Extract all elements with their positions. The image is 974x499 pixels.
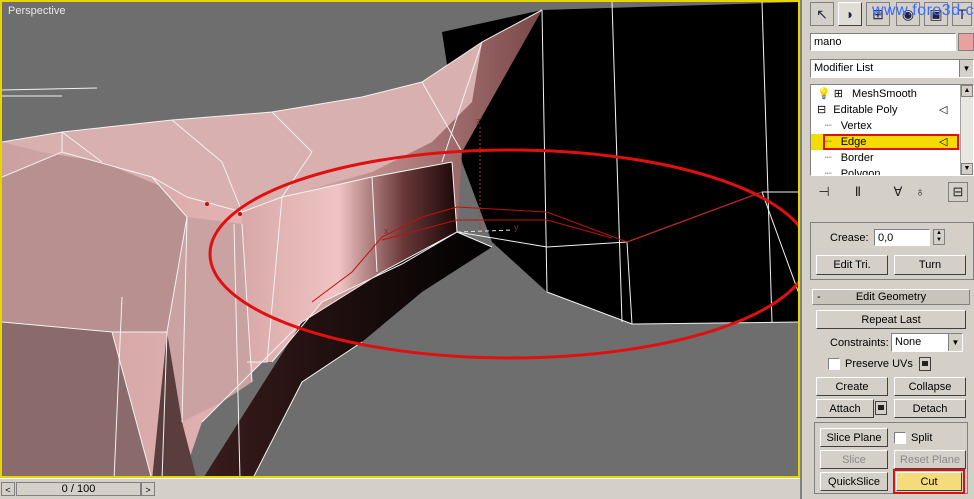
stack-item-edge[interactable]: ┈ Edge ◁: [811, 134, 961, 150]
command-panel-tabs: ↖ ◗ ⊞ ◉ ▣ T www.foro3d.com: [806, 2, 974, 26]
constraints-dropdown[interactable]: None ▼: [891, 333, 963, 352]
quickslice-button[interactable]: QuickSlice: [820, 472, 888, 491]
modify-tab[interactable]: ◗: [838, 2, 862, 26]
object-name-field[interactable]: mano: [810, 33, 956, 51]
create-button[interactable]: Create: [816, 377, 888, 396]
pin-stack-icon[interactable]: ⊣: [814, 182, 834, 202]
selected-vertex[interactable]: [238, 212, 242, 216]
edit-tri-button[interactable]: Edit Tri.: [816, 255, 888, 275]
stack-item-label: Polygon: [840, 168, 881, 176]
split-checkbox[interactable]: [894, 432, 906, 444]
detach-button[interactable]: Detach: [894, 399, 966, 418]
collapse-rollout-icon: -: [817, 291, 821, 303]
cut-button[interactable]: Cut: [893, 469, 965, 494]
crease-label: Crease:: [830, 232, 869, 244]
constraints-value: None: [895, 336, 922, 348]
slice-plane-button[interactable]: Slice Plane: [820, 428, 888, 447]
slice-button[interactable]: Slice: [820, 450, 888, 469]
selected-vertex[interactable]: [205, 202, 209, 206]
reset-plane-button[interactable]: Reset Plane: [894, 450, 966, 469]
configure-sets-icon[interactable]: ⊟: [948, 182, 968, 202]
constraints-label: Constraints:: [830, 337, 889, 349]
create-tab[interactable]: ↖: [810, 2, 834, 26]
viewport-mesh: z x y: [2, 2, 798, 476]
tree-line-icon: ┈: [825, 120, 832, 132]
watermark-text: www.foro3d.com: [872, 2, 974, 19]
stack-scrollbar[interactable]: ▲ ▼: [960, 85, 973, 175]
axis-z-label: z: [476, 116, 481, 126]
next-frame-button[interactable]: >: [141, 482, 155, 496]
edit-geometry-rollout-header[interactable]: - Edit Geometry: [812, 289, 970, 305]
stack-item-meshsmooth[interactable]: 💡 ⊞ MeshSmooth: [817, 86, 917, 102]
stack-item-border[interactable]: ┈ Border: [825, 150, 874, 166]
axis-x-label: x: [384, 226, 389, 236]
make-unique-icon[interactable]: ∀: [888, 182, 908, 202]
time-slider[interactable]: 0 / 100: [16, 482, 141, 496]
expand-icon[interactable]: ⊞: [834, 88, 843, 100]
stack-toolbar: ⊣ Ⅱ ∀ ♁ ⊟: [810, 180, 974, 204]
crease-spinner[interactable]: ▲ ▼: [933, 229, 945, 245]
prev-frame-button[interactable]: <: [1, 482, 15, 496]
chevron-down-icon: ▼: [948, 334, 962, 351]
repeat-last-button[interactable]: Repeat Last: [816, 310, 966, 329]
tree-line-icon: ┈: [825, 168, 832, 176]
object-color-swatch[interactable]: [958, 33, 974, 51]
viewport-label[interactable]: Perspective: [8, 5, 65, 17]
collapse-button[interactable]: Collapse: [894, 377, 966, 396]
modifier-list-label: Modifier List: [814, 62, 874, 74]
active-modifier-icon: ◁: [939, 104, 948, 116]
turn-button[interactable]: Turn: [894, 255, 966, 275]
modifier-list-dropdown[interactable]: Modifier List ▼: [810, 59, 974, 78]
time-slider-bar: < 0 / 100 >: [0, 478, 800, 499]
scroll-up-icon[interactable]: ▲: [961, 85, 973, 97]
stack-item-editable-poly[interactable]: ⊟ Editable Poly ◁: [817, 102, 947, 118]
chevron-down-icon: ▼: [959, 60, 973, 77]
stack-item-label: Border: [840, 152, 874, 164]
modifier-stack[interactable]: 💡 ⊞ MeshSmooth ⊟ Editable Poly ◁ ┈ Verte…: [810, 84, 974, 176]
active-subobject-icon: ◁: [939, 136, 948, 148]
preserve-uvs-settings-icon[interactable]: [919, 357, 931, 371]
split-label: Split: [911, 432, 933, 444]
stack-item-label: Vertex: [840, 120, 872, 132]
remove-modifier-icon[interactable]: ♁: [910, 182, 930, 202]
stack-item-vertex[interactable]: ┈ Vertex: [825, 118, 872, 134]
attach-button[interactable]: Attach: [816, 399, 874, 418]
show-end-result-icon[interactable]: Ⅱ: [848, 182, 868, 202]
axis-y-label: y: [514, 222, 519, 232]
crease-field[interactable]: 0,0: [874, 229, 930, 246]
perspective-viewport[interactable]: z x y Perspective: [0, 0, 800, 478]
preserve-uvs-checkbox[interactable]: [828, 358, 840, 370]
preserve-uvs-label: Preserve UVs: [845, 358, 913, 370]
modify-icon: ◗: [845, 6, 855, 22]
collapse-icon[interactable]: ⊟: [817, 104, 826, 116]
rollout-title: Edit Geometry: [855, 291, 927, 303]
scroll-down-icon[interactable]: ▼: [961, 163, 973, 175]
tree-line-icon: ┈: [825, 152, 832, 164]
lightbulb-icon[interactable]: 💡: [817, 88, 831, 100]
create-icon: ↖: [816, 6, 828, 22]
stack-item-label: MeshSmooth: [852, 88, 917, 100]
stack-item-polygon[interactable]: ┈ Polygon: [825, 166, 881, 176]
stack-item-label: Editable Poly: [833, 104, 898, 116]
attach-settings-icon[interactable]: [875, 401, 887, 415]
command-panel: ↖ ◗ ⊞ ◉ ▣ T www.foro3d.com mano Modifier…: [800, 0, 974, 499]
